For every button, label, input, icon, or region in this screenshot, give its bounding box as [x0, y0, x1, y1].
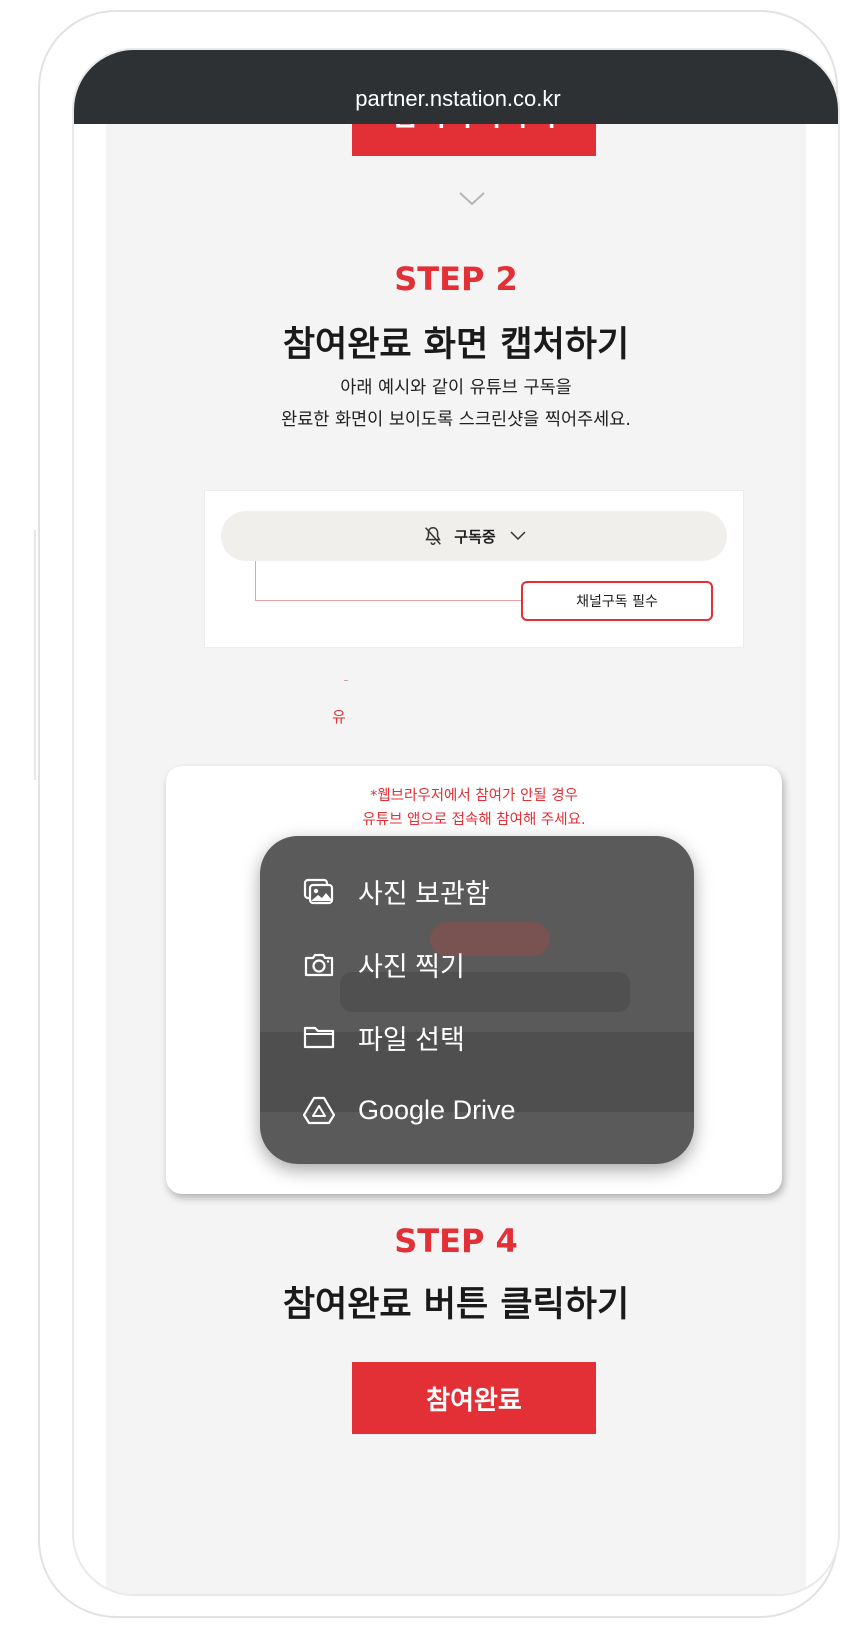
complete-button[interactable]: 참여완료: [352, 1362, 596, 1434]
folder-icon: [303, 1026, 335, 1049]
connector-line: [255, 600, 521, 601]
connector-line: [255, 561, 256, 601]
step2-description-line1: 아래 예시와 같이 유튜브 구독을: [340, 378, 572, 398]
picker-item-take-photo[interactable]: 사진 찍기: [302, 939, 465, 989]
chevron-down-icon: [459, 192, 485, 206]
step3-card: *웹브라우저에서 참여가 안될 경우 유튜브 앱으로 접속해 참여해 주세요. …: [166, 766, 782, 1194]
picker-item-label: Google Drive: [358, 1094, 516, 1125]
file-picker-menu: 사진 보관함 사진 찍기 파일 선택 Google Drive: [260, 836, 694, 1164]
step4-title: 참여완료 버튼 클릭하기: [282, 1285, 630, 1325]
step2-description-line2: 완료한 화면이 보이도록 스크린샷을 찍어주세요.: [281, 410, 631, 430]
chevron-down-icon: [510, 531, 526, 541]
subscribed-label: 구독중: [454, 527, 496, 546]
picker-item-choose-file[interactable]: 파일 선택: [302, 1012, 465, 1062]
complete-button-label: 참여완료: [426, 1385, 522, 1416]
photo-library-icon: [303, 878, 334, 905]
browser-note-line1: *웹브라우저에서 참여가 안될 경우: [370, 788, 578, 804]
step2-title: 참여완료 화면 캡처하기: [282, 325, 630, 365]
step4-label: STEP 4: [394, 1222, 518, 1260]
google-drive-icon: [302, 1096, 336, 1125]
phone-screen: partner.nstation.co.kr 참여하러가기 STEP 2 참여완…: [72, 48, 840, 1596]
partially-hidden-text: 유: [332, 708, 346, 726]
required-badge-label: 채널구독 필수: [576, 594, 658, 610]
divider-mark: [344, 680, 348, 681]
subscribed-pill: 구독중: [221, 511, 727, 561]
picker-item-google-drive[interactable]: Google Drive: [302, 1085, 516, 1135]
browser-address-bar[interactable]: partner.nstation.co.kr: [74, 50, 838, 124]
browser-note-line2: 유튜브 앱으로 접속해 참여해 주세요.: [362, 812, 586, 828]
bell-off-icon: [425, 527, 442, 545]
step2-label: STEP 2: [394, 260, 518, 298]
picker-item-label: 파일 선택: [358, 1024, 465, 1055]
url-text[interactable]: partner.nstation.co.kr: [355, 86, 560, 112]
phone-side-edge: [34, 530, 36, 780]
page-content: 참여하러가기 STEP 2 참여완료 화면 캡처하기 아래 예시와 같이 유튜브…: [106, 50, 806, 1594]
channel-subscribe-required-badge: 채널구독 필수: [521, 581, 713, 621]
subscription-example-image: 구독중 채널구독 필수: [204, 490, 744, 648]
picker-item-label: 사진 찍기: [358, 951, 465, 982]
picker-item-photo-library[interactable]: 사진 보관함: [302, 866, 490, 916]
browser-note: *웹브라우저에서 참여가 안될 경우 유튜브 앱으로 접속해 참여해 주세요.: [166, 784, 782, 832]
camera-icon: [304, 953, 334, 977]
picker-item-label: 사진 보관함: [358, 878, 490, 909]
